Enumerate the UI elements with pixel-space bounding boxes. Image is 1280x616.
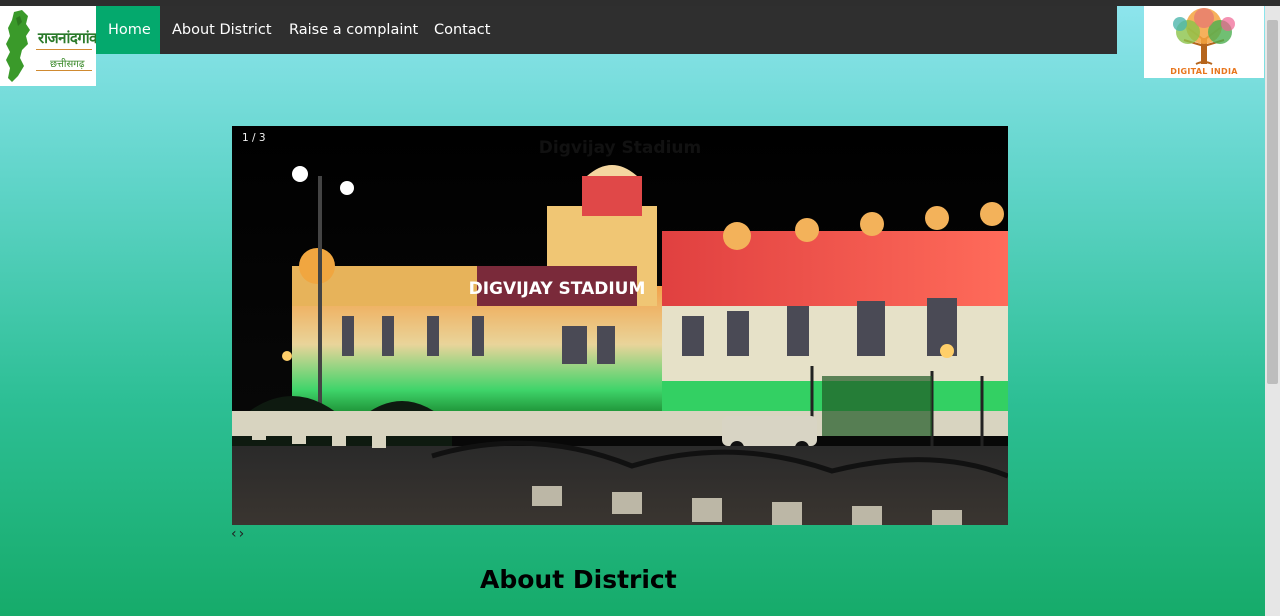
logo-divider-top [36,49,92,50]
nav-contact[interactable]: Contact [422,6,502,54]
logo-hindi-subtitle: छत्तीसगढ़ [50,59,85,70]
stadium-photo: DIGVIJAY STADIUM [232,126,1008,525]
chevron-right-icon[interactable]: › [239,526,245,542]
nav-about-district[interactable]: About District [160,6,284,54]
main-navbar: Home About District Raise a complaint Co… [96,6,1117,54]
stadium-sign-text: DIGVIJAY STADIUM [469,279,646,299]
chevron-left-icon[interactable]: ‹ [231,526,237,542]
digital-india-label: DIGITAL INDIA [1170,67,1238,76]
district-logo[interactable]: राजनांदगांव छत्तीसगढ़ [0,6,98,86]
digital-india-logo[interactable]: DIGITAL INDIA [1144,6,1264,78]
logo-hindi-title: राजनांदगांव [38,29,98,47]
about-district-heading: About District [480,565,677,594]
scrollbar-thumb[interactable] [1267,20,1278,384]
digital-india-tree-icon [1173,8,1235,65]
nav-raise-complaint[interactable]: Raise a complaint [277,6,430,54]
logo-divider-bottom [36,70,92,71]
image-slideshow[interactable]: DIGVIJAY STADIUM 1 / 3 Digvijay Stadium [232,126,1008,525]
nav-home[interactable]: Home [96,6,160,54]
slideshow-controls: ‹ › [231,526,246,542]
slide-caption: Digvijay Stadium [538,138,702,158]
